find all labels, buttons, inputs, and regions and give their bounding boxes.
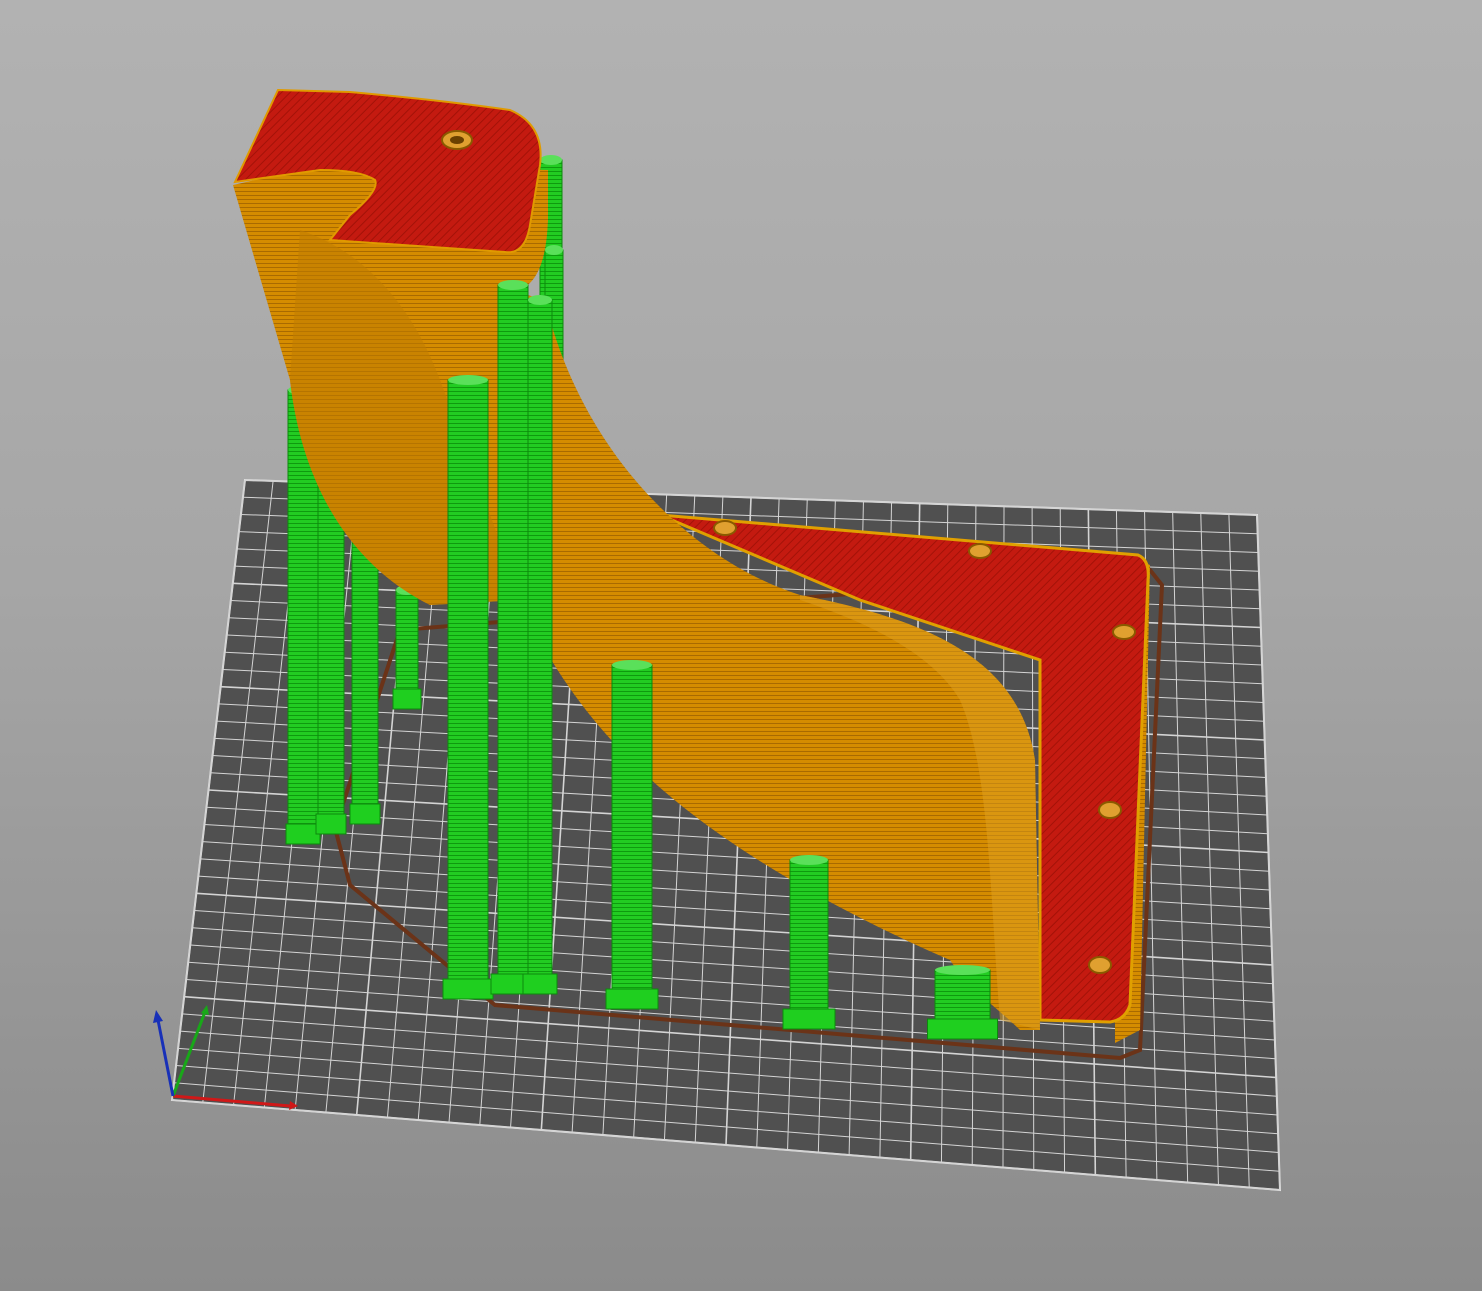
support-cap — [790, 855, 828, 865]
support-foot — [349, 803, 381, 825]
3d-preview-viewport[interactable] — [0, 0, 1482, 1291]
support-foot — [605, 988, 659, 1010]
scene-canvas[interactable] — [0, 0, 1482, 1291]
support-pillar — [392, 585, 422, 710]
support-foot — [927, 1018, 998, 1040]
support-pillar — [605, 660, 659, 1010]
screw-hole — [713, 520, 737, 536]
support-cap — [545, 245, 563, 255]
support-cap — [612, 660, 652, 670]
support-cap — [498, 280, 528, 290]
support-pillar — [927, 965, 998, 1040]
support-column — [447, 379, 489, 996]
support-pillar — [522, 295, 558, 995]
support-foot — [392, 688, 422, 710]
support-foot — [442, 978, 494, 1000]
support-foot — [315, 813, 347, 835]
z-axis-arrow — [153, 1010, 163, 1023]
screw-hole — [1112, 624, 1136, 640]
support-foot — [522, 973, 558, 995]
screw-hole — [968, 543, 992, 559]
screw-hole — [1088, 956, 1112, 974]
support-column — [497, 284, 529, 991]
z-axis — [156, 1019, 175, 1097]
support-cap — [448, 375, 488, 385]
support-column — [527, 299, 553, 991]
support-column — [789, 859, 829, 1026]
screw-hole — [1098, 801, 1122, 819]
support-pillar — [782, 855, 836, 1030]
support-cap — [540, 155, 562, 165]
support-column — [395, 589, 419, 706]
screw-hole-center — [450, 136, 464, 144]
support-pillar — [442, 375, 494, 1000]
support-foot — [285, 823, 321, 845]
support-cap — [935, 965, 990, 975]
support-column — [611, 664, 653, 1006]
support-foot — [782, 1008, 836, 1030]
support-cap — [528, 295, 552, 305]
